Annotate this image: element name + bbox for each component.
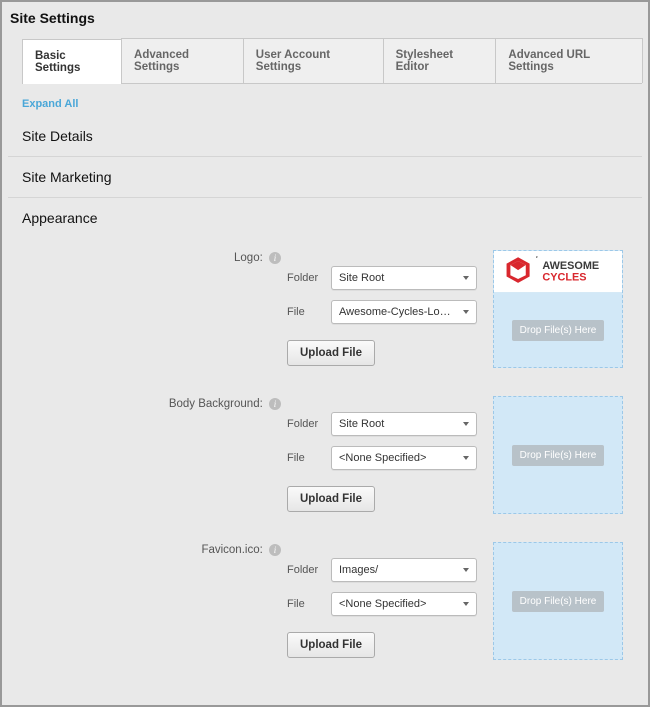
bodybg-controls: Folder Site Root File <None Specified> U…: [287, 396, 477, 512]
settings-panel: Site Settings Basic Settings Advanced Se…: [0, 0, 650, 707]
awesome-cycles-logo-icon: / AWESOME CYCLES: [504, 256, 613, 288]
info-icon[interactable]: i: [269, 252, 281, 264]
bodybg-dropzone[interactable]: Drop File(s) Here: [493, 396, 623, 514]
bodybg-folder-select[interactable]: Site Root: [331, 412, 477, 436]
label-logo: Logo: i: [22, 250, 287, 264]
svg-text:CYCLES: CYCLES: [542, 271, 586, 283]
field-favicon: Favicon.ico: i Folder Images/ File <None…: [22, 542, 628, 660]
favicon-folder-select[interactable]: Images/: [331, 558, 477, 582]
logo-file-select[interactable]: Awesome-Cycles-Logo.png: [331, 300, 477, 324]
bodybg-upload-button[interactable]: Upload File: [287, 486, 375, 512]
dropzone-hint: Drop File(s) Here: [494, 293, 622, 367]
dropzone-hint: Drop File(s) Here: [494, 397, 622, 513]
favicon-file-select[interactable]: <None Specified>: [331, 592, 477, 616]
logo-preview: / AWESOME CYCLES: [494, 251, 622, 293]
favicon-controls: Folder Images/ File <None Specified> Upl…: [287, 542, 477, 658]
svg-text:/: /: [536, 256, 539, 260]
info-icon[interactable]: i: [269, 398, 281, 410]
bodybg-file-select[interactable]: <None Specified>: [331, 446, 477, 470]
label-body-background: Body Background: i: [22, 396, 287, 410]
label-favicon-text: Favicon.ico:: [201, 544, 262, 556]
info-icon[interactable]: i: [269, 544, 281, 556]
dropzone-hint: Drop File(s) Here: [494, 543, 622, 659]
drop-files-label: Drop File(s) Here: [512, 445, 605, 466]
logo-upload-button[interactable]: Upload File: [287, 340, 375, 366]
drop-files-label: Drop File(s) Here: [512, 320, 605, 341]
label-file: File: [287, 598, 331, 610]
field-logo: Logo: i Folder Site Root File Awesome-Cy…: [22, 250, 628, 368]
svg-text:AWESOME: AWESOME: [542, 259, 599, 271]
label-folder: Folder: [287, 272, 331, 284]
label-folder: Folder: [287, 418, 331, 430]
label-folder: Folder: [287, 564, 331, 576]
expand-all-link[interactable]: Expand All: [22, 98, 78, 110]
tab-advanced-settings[interactable]: Advanced Settings: [121, 38, 244, 83]
label-file: File: [287, 452, 331, 464]
logo-folder-select[interactable]: Site Root: [331, 266, 477, 290]
field-body-background: Body Background: i Folder Site Root File…: [22, 396, 628, 514]
appearance-body: Logo: i Folder Site Root File Awesome-Cy…: [8, 238, 642, 672]
logo-controls: Folder Site Root File Awesome-Cycles-Log…: [287, 250, 477, 366]
section-site-details[interactable]: Site Details: [8, 116, 642, 157]
tab-basic-settings[interactable]: Basic Settings: [22, 39, 122, 84]
favicon-dropzone[interactable]: Drop File(s) Here: [493, 542, 623, 660]
page-title: Site Settings: [8, 6, 642, 38]
drop-files-label: Drop File(s) Here: [512, 591, 605, 612]
label-file: File: [287, 306, 331, 318]
label-favicon: Favicon.ico: i: [22, 542, 287, 556]
tab-stylesheet-editor[interactable]: Stylesheet Editor: [383, 38, 497, 83]
label-body-background-text: Body Background:: [169, 398, 263, 410]
section-site-marketing[interactable]: Site Marketing: [8, 157, 642, 198]
label-logo-text: Logo:: [234, 252, 263, 264]
tab-advanced-url-settings[interactable]: Advanced URL Settings: [495, 38, 643, 83]
logo-dropzone[interactable]: / AWESOME CYCLES Drop File(s) Here: [493, 250, 623, 368]
favicon-upload-button[interactable]: Upload File: [287, 632, 375, 658]
section-appearance[interactable]: Appearance: [8, 198, 642, 238]
tabs-bar: Basic Settings Advanced Settings User Ac…: [22, 38, 642, 84]
tab-user-account-settings[interactable]: User Account Settings: [243, 38, 384, 83]
